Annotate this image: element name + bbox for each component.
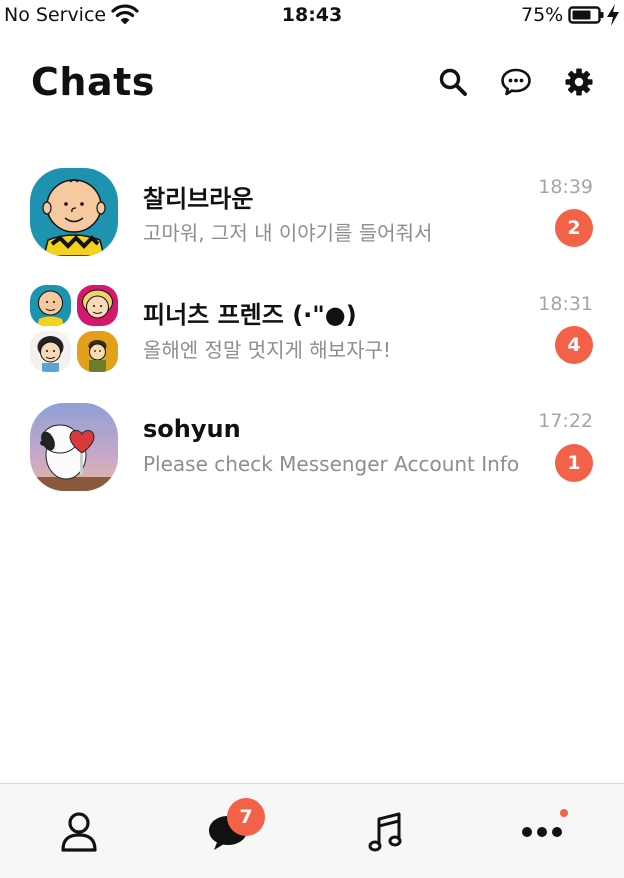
chats-tab-unread-badge: 7 — [227, 798, 265, 836]
avatar-mini-sally — [77, 285, 118, 326]
chats-tab[interactable] — [168, 784, 288, 878]
chat-name: 피너츠 프렌즈 (·"●) — [143, 301, 357, 329]
new-chat-button[interactable] — [499, 65, 533, 99]
new-chat-icon — [501, 68, 531, 96]
avatar-mini-woodstock — [77, 331, 118, 372]
snoopy-avatar-image — [30, 403, 118, 491]
more-tab[interactable] — [482, 784, 602, 878]
search-icon — [439, 68, 467, 96]
chat-preview: Please check Messenger Account Info — [143, 452, 520, 476]
status-bar: No Service 18:43 75% — [0, 0, 624, 30]
chat-preview: 고마워, 그저 내 이야기를 들어줘서 — [143, 221, 433, 245]
charlie-brown-avatar-image — [30, 168, 118, 256]
person-icon — [61, 811, 97, 852]
chat-time: 18:31 — [538, 293, 593, 315]
chat-row-sohyun[interactable]: sohyun Please check Messenger Account In… — [0, 395, 624, 505]
page-title: Chats — [31, 60, 155, 104]
chat-time: 18:39 — [538, 176, 593, 198]
friends-tab[interactable] — [19, 784, 139, 878]
chat-row-peanuts-friends[interactable]: 피너츠 프렌즈 (·"●) 올해엔 정말 멋지게 해보자구! 18:31 4 — [0, 277, 624, 387]
avatar — [30, 168, 118, 256]
more-tab-notification-dot — [560, 809, 568, 817]
search-button[interactable] — [436, 65, 470, 99]
chats-screen: No Service 18:43 75% Chats 찰리브라운 고마워, 그저… — [0, 0, 624, 878]
settings-gear-icon — [565, 68, 593, 96]
unread-badge: 2 — [555, 209, 593, 247]
chat-time: 17:22 — [538, 410, 593, 432]
battery-percentage: 75% — [521, 4, 564, 26]
music-note-icon — [368, 812, 402, 851]
music-tab[interactable] — [326, 784, 446, 878]
tab-bar — [0, 783, 624, 878]
battery-icon — [568, 6, 604, 24]
chat-name: 찰리브라운 — [143, 185, 254, 213]
group-avatar — [30, 285, 118, 373]
chat-preview: 올해엔 정말 멋지게 해보자구! — [143, 338, 391, 362]
chat-row-charlie-brown[interactable]: 찰리브라운 고마워, 그저 내 이야기를 들어줘서 18:39 2 — [0, 160, 624, 270]
avatar-mini-lucy — [30, 331, 71, 372]
more-dots-icon — [522, 826, 562, 837]
settings-button[interactable] — [562, 65, 596, 99]
avatar-mini-charlie — [30, 285, 71, 326]
chat-name: sohyun — [143, 415, 241, 443]
charging-bolt-icon — [607, 4, 619, 26]
unread-badge: 1 — [555, 444, 593, 482]
unread-badge: 4 — [555, 326, 593, 364]
avatar — [30, 403, 118, 491]
